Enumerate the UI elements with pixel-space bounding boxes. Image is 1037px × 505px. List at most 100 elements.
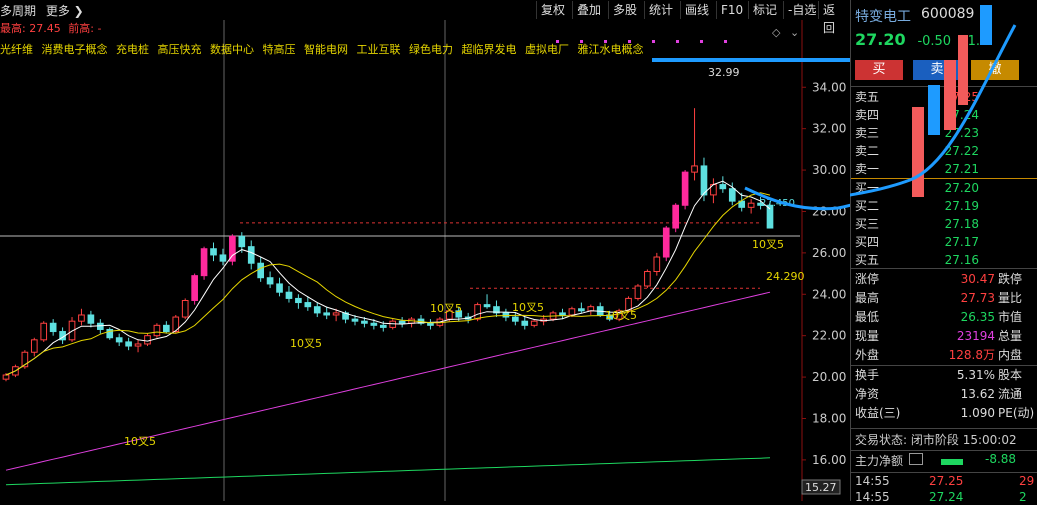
- order-book-row[interactable]: 买一 27.20: [851, 178, 1037, 197]
- order-book-row[interactable]: 买三 27.18: [851, 215, 1037, 233]
- stats-button[interactable]: 统计: [644, 1, 677, 19]
- stat-label2: 内盘: [998, 348, 1023, 362]
- concept-tag[interactable]: 高压快充: [158, 43, 202, 56]
- order-book-row[interactable]: 卖五 27.25: [851, 88, 1037, 106]
- order-book-row[interactable]: 卖一 27.21: [851, 160, 1037, 178]
- concept-tag[interactable]: 充电桩: [116, 43, 149, 56]
- high-info: 最高: 27.45 前高: -: [0, 20, 101, 36]
- candle-body: [313, 306, 321, 314]
- kline-svg[interactable]: 16.0018.0020.0022.0024.0026.0028.0030.00…: [0, 20, 1037, 501]
- candle-body: [719, 184, 727, 190]
- ob-label: 卖四: [855, 108, 880, 122]
- prev-high-value: -: [97, 22, 102, 35]
- cancel-button[interactable]: 撤: [971, 60, 1019, 80]
- concept-tag[interactable]: 特高压: [263, 43, 296, 56]
- concept-tag[interactable]: 工业互联: [357, 43, 401, 56]
- concept-tag[interactable]: 虚拟电厂: [525, 43, 569, 56]
- adjust-button[interactable]: 复权: [536, 1, 569, 19]
- candle-body: [521, 320, 529, 326]
- tick-vol: 2: [1019, 490, 1027, 504]
- tick-row: 14:55 27.24 2: [855, 490, 1035, 504]
- mark-button[interactable]: 标记: [748, 1, 781, 19]
- stat-value: 23194: [956, 329, 995, 343]
- last-price: 27.20: [855, 30, 906, 49]
- ob-price: 27.25: [944, 90, 979, 104]
- concept-tag[interactable]: 雅江水电概念: [578, 43, 644, 56]
- candle-body: [502, 312, 510, 318]
- stat-label: 涨停: [855, 272, 880, 286]
- candle-body: [295, 297, 302, 304]
- candle-body: [191, 275, 198, 301]
- main-fund-row[interactable]: 主力净额 -8.88: [855, 452, 1035, 469]
- concept-tag[interactable]: 智能电网: [304, 43, 348, 56]
- support-price-label: 24.290: [766, 270, 805, 283]
- more-button[interactable]: 更多 ❯: [46, 4, 84, 18]
- ob-label: 买二: [855, 199, 880, 213]
- signal-dot: [700, 40, 703, 43]
- quote-panel: 特变电工 600089 27.20 -0.50 -1.8 买 卖 撤 卖五 27.…: [850, 0, 1037, 504]
- stat-value: 5.31%: [956, 368, 995, 382]
- ob-label: 买三: [855, 217, 880, 231]
- order-book-row[interactable]: 买五 27.16: [851, 251, 1037, 269]
- ma120-line: [5, 457, 771, 486]
- concept-tag[interactable]: 绿色电力: [409, 43, 453, 56]
- stat-row: 净资 13.62 流通: [851, 385, 1037, 404]
- candle-body: [181, 299, 189, 318]
- collapse-diamond-icon: ◇: [772, 26, 781, 39]
- concept-tag[interactable]: 数据中心: [210, 43, 254, 56]
- multi-stock-button[interactable]: 多股: [608, 1, 641, 19]
- kline-chart[interactable]: 16.00 18.00 20.00 22.00 24.00 26.00 28.00 30.00…: [0, 20, 1037, 501]
- draw-line-button[interactable]: 画线: [680, 1, 713, 19]
- candle-body: [96, 322, 104, 330]
- order-book-row[interactable]: 买二 27.19: [851, 197, 1037, 215]
- price-tick-label: 34.00: [812, 80, 846, 94]
- ob-price: 27.19: [944, 199, 979, 213]
- multi-period-button[interactable]: 多周期: [0, 4, 36, 18]
- price-tick-label: 30.00: [812, 163, 846, 177]
- concept-tag[interactable]: 消费电子概念: [42, 43, 108, 56]
- watchlist-remove-button[interactable]: -自选: [783, 1, 820, 19]
- overlay-button[interactable]: 叠加: [572, 1, 605, 19]
- candle-body: [134, 343, 142, 347]
- candle-body: [512, 316, 519, 322]
- concept-tag[interactable]: 超临界发电: [462, 43, 517, 56]
- candle-body: [578, 308, 585, 312]
- candle-body: [700, 165, 708, 196]
- ob-price: 27.17: [944, 235, 979, 249]
- candle-body: [323, 312, 331, 316]
- price-change: -0.50: [917, 34, 952, 49]
- order-book-row[interactable]: 卖四 27.24: [851, 106, 1037, 124]
- toolbar-left: 多周期 更多 ❯: [0, 2, 90, 19]
- candle-body: [747, 202, 755, 208]
- sell-button[interactable]: 卖: [913, 60, 961, 80]
- stat-row: 涨停 30.47 跌停: [851, 270, 1037, 289]
- buy-button[interactable]: 买: [855, 60, 903, 80]
- back-button[interactable]: 返回: [818, 1, 850, 35]
- ob-label: 卖五: [855, 90, 880, 104]
- ma60-line: [5, 291, 771, 471]
- stock-name[interactable]: 特变电工: [855, 6, 911, 26]
- price-change-pct: -1.8: [962, 34, 989, 49]
- order-book-row[interactable]: 卖二 27.22: [851, 142, 1037, 160]
- ma5-line: [5, 180, 771, 376]
- cross-signal-label: 10叉5: [430, 302, 462, 315]
- f10-button[interactable]: F10: [716, 1, 747, 19]
- signal-dot: [652, 40, 655, 43]
- candle-body: [474, 304, 481, 320]
- fund-calendar-icon[interactable]: [908, 453, 923, 465]
- candle-body: [304, 302, 312, 308]
- candle-body: [398, 320, 406, 324]
- stat-value: 27.73: [960, 291, 995, 305]
- stat-label2: PE(动): [998, 406, 1035, 420]
- candle-body: [662, 227, 670, 258]
- candle-body: [634, 285, 642, 299]
- tick-row: 14:55 27.25 29: [855, 474, 1035, 488]
- divider: [851, 428, 1037, 429]
- chart-toolbar: 多周期 更多 ❯ 复权 叠加 多股 统计 画线 F10 标记 -自选 返回: [0, 0, 850, 35]
- order-book-row[interactable]: 买四 27.17: [851, 233, 1037, 251]
- order-book-row[interactable]: 卖三 27.23: [851, 124, 1037, 142]
- candle-body: [644, 271, 651, 287]
- concept-tag[interactable]: 光纤维: [0, 43, 33, 56]
- candle-body: [2, 374, 10, 380]
- tick-time: 14:55: [855, 474, 890, 488]
